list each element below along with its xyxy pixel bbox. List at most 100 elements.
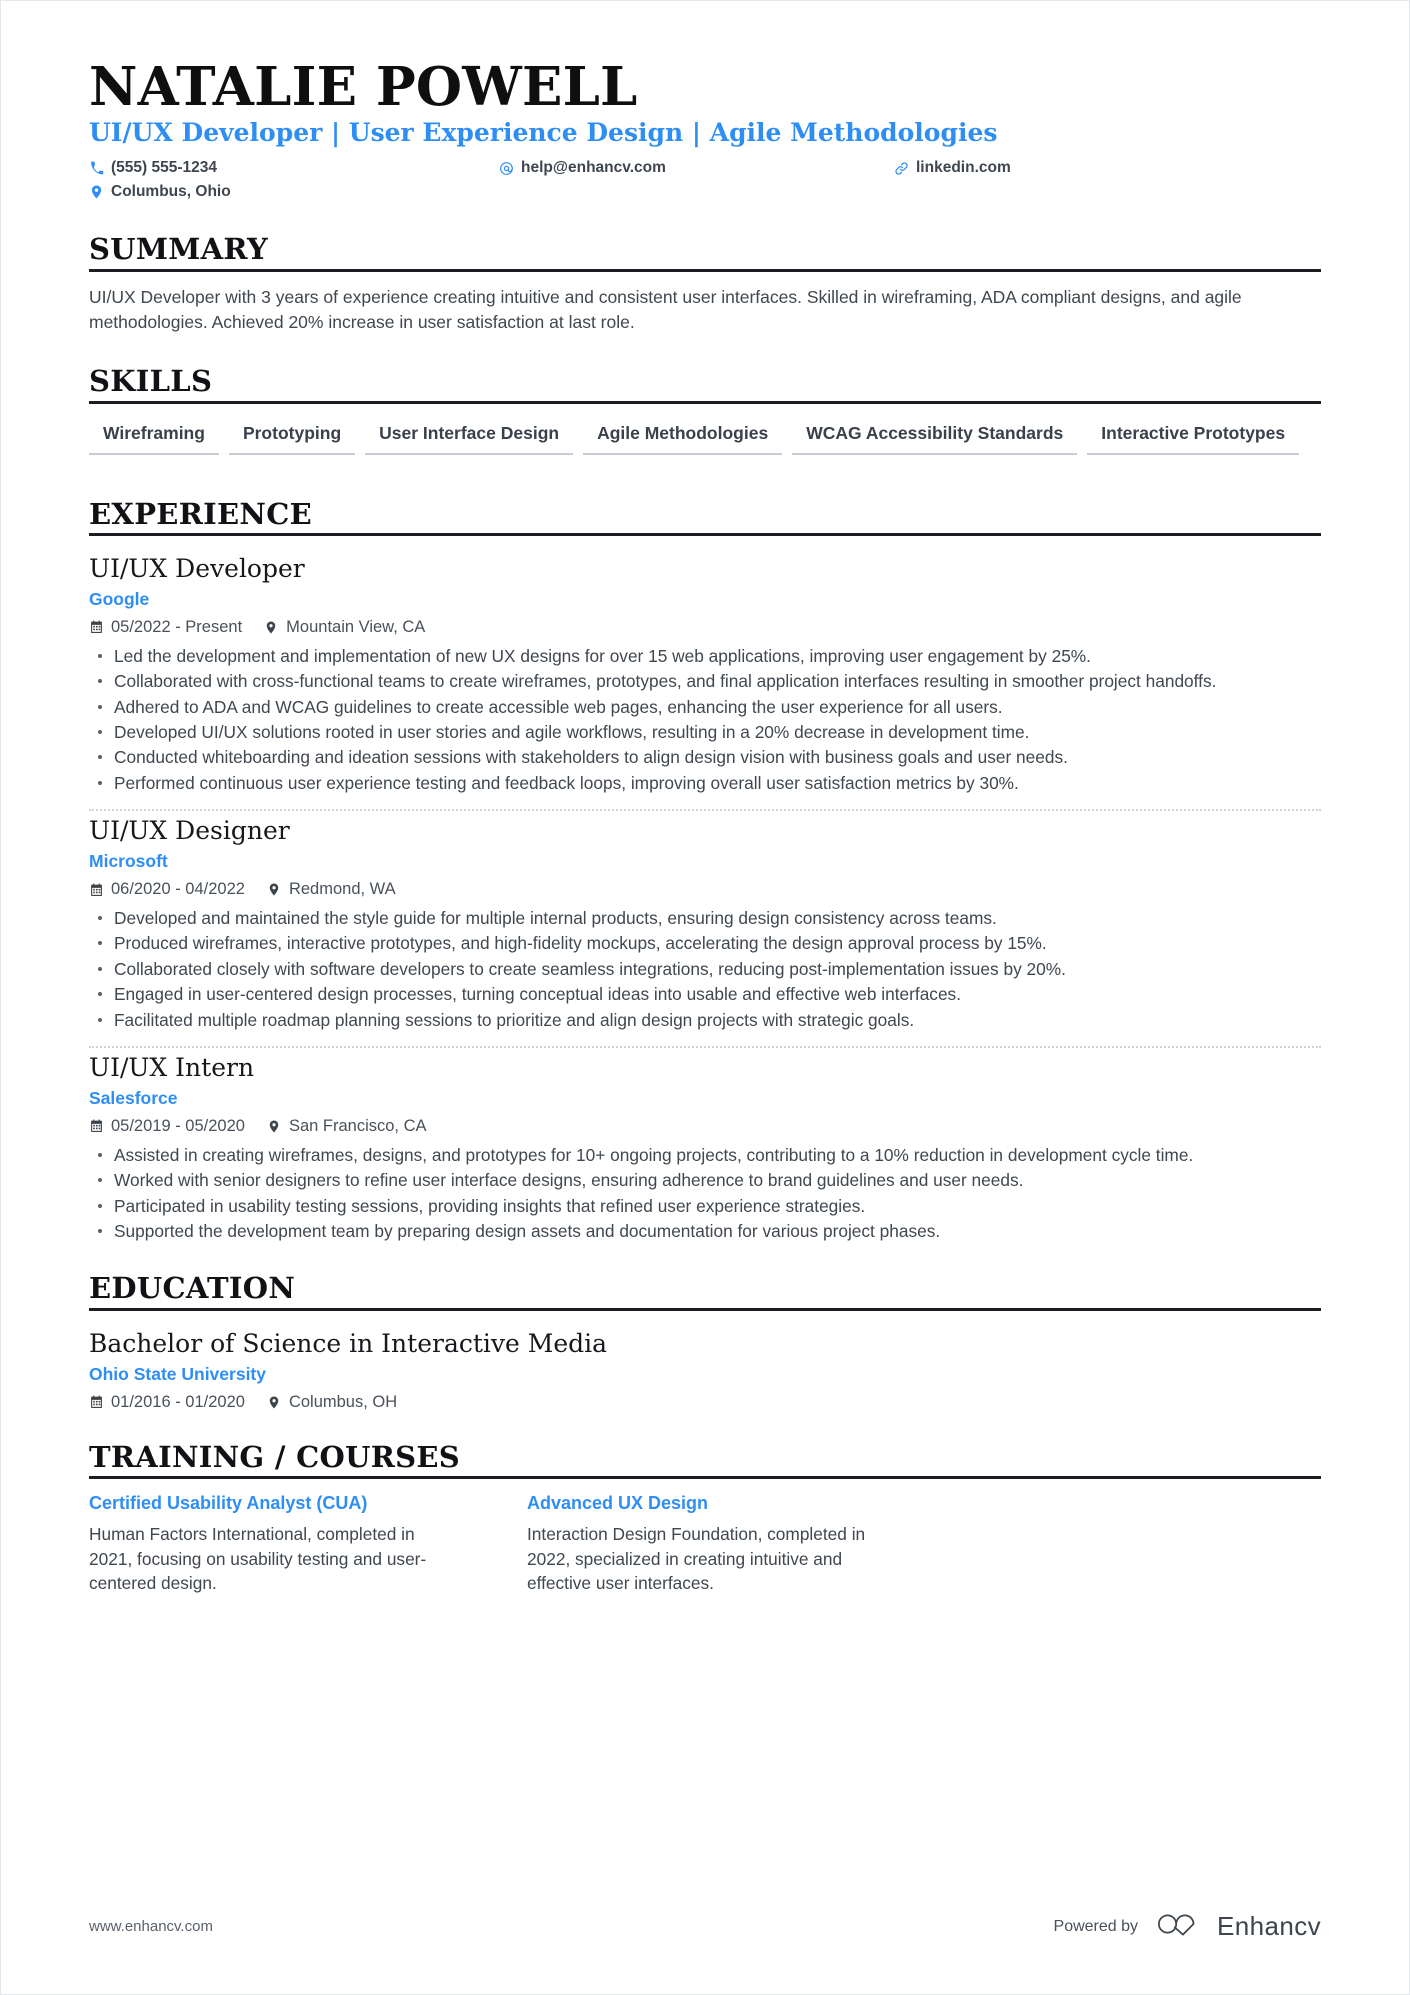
bullet-item: Participated in usability testing sessio… (89, 1194, 1321, 1218)
contact-email-value: help@enhancv.com (521, 159, 666, 177)
bullet-item: Worked with senior designers to refine u… (89, 1168, 1321, 1192)
footer-url[interactable]: www.enhancv.com (89, 1918, 213, 1935)
contact-location: Columbus, Ohio (89, 180, 499, 204)
job-location-value: Mountain View, CA (286, 617, 426, 636)
course-entry: Advanced UX Design Interaction Design Fo… (527, 1492, 897, 1595)
bullet-item: Developed UI/UX solutions rooted in user… (89, 720, 1321, 744)
footer-branding: Powered by Enhancv (1054, 1911, 1321, 1942)
bullet-item: Collaborated with cross-functional teams… (89, 669, 1321, 693)
skill-tag: Prototyping (228, 417, 356, 455)
section-title-education: EDUCATION (89, 1271, 296, 1306)
bullet-item: Supported the development team by prepar… (89, 1219, 1321, 1243)
course-name: Certified Usability Analyst (CUA) (89, 1493, 368, 1514)
calendar-icon (89, 1119, 103, 1134)
job-meta: 06/2020 - 04/2022 Redmond, WA (89, 880, 1321, 899)
bullet-item: Developed and maintained the style guide… (89, 906, 1321, 930)
contact-details: (555) 555-1234 help@enhancv.com linkedin… (89, 156, 1321, 204)
education-location-value: Columbus, OH (288, 1392, 398, 1411)
location-icon (267, 1119, 281, 1134)
job-title: UI/UX Intern (89, 1052, 255, 1082)
bullet-item: Assisted in creating wireframes, designs… (89, 1143, 1321, 1167)
location-icon (89, 184, 104, 200)
job-dates: 06/2020 - 04/2022 (89, 880, 245, 899)
phone-icon (89, 160, 104, 176)
section-training: TRAINING / COURSES Certified Usability A… (89, 1439, 1321, 1595)
section-summary: SUMMARY UI/UX Developer with 3 years of … (89, 234, 1321, 336)
email-icon (499, 160, 514, 176)
contact-email[interactable]: help@enhancv.com (499, 156, 894, 180)
section-rule (89, 400, 1321, 404)
location-icon (267, 1395, 281, 1410)
job-title: UI/UX Designer (89, 816, 290, 846)
contact-row-secondary: Columbus, Ohio (89, 180, 1321, 204)
section-title-summary: SUMMARY (89, 232, 268, 267)
calendar-icon (89, 882, 103, 897)
skill-tag: User Interface Design (365, 417, 574, 455)
resume-header: NATALIE POWELL UI/UX Developer | User Ex… (89, 59, 1321, 204)
section-education: EDUCATION Bachelor of Science in Interac… (89, 1273, 1321, 1411)
section-experience: EXPERIENCE UI/UX Developer Google 05/202… (89, 496, 1321, 1244)
calendar-icon (89, 620, 103, 635)
bullet-item: Led the development and implementation o… (89, 644, 1321, 668)
education-dates-value: 01/2016 - 01/2020 (111, 1392, 245, 1411)
job-title: UI/UX Developer (89, 553, 305, 583)
link-icon (894, 160, 909, 176)
section-skills: SKILLS Wireframing Prototyping User Inte… (89, 364, 1321, 468)
experience-entry: UI/UX Developer Google 05/2022 - Present… (89, 549, 1321, 795)
course-description: Human Factors International, completed i… (89, 1524, 427, 1593)
company-name: Google (89, 589, 150, 610)
section-rule (89, 1476, 1321, 1480)
enhancv-logo: Enhancv (1156, 1911, 1321, 1942)
job-bullets: Led the development and implementation o… (89, 644, 1321, 795)
section-rule (89, 532, 1321, 536)
job-dates: 05/2019 - 05/2020 (89, 1117, 245, 1136)
job-dates-value: 06/2020 - 04/2022 (111, 880, 245, 899)
enhancv-mark-icon (1156, 1911, 1206, 1942)
job-dates-value: 05/2022 - Present (111, 617, 243, 636)
contact-link-value: linkedin.com (916, 159, 1011, 177)
calendar-icon (89, 1395, 103, 1410)
job-location: San Francisco, CA (267, 1117, 427, 1136)
section-title-experience: EXPERIENCE (89, 496, 312, 531)
education-dates: 01/2016 - 01/2020 (89, 1393, 245, 1412)
resume-page: NATALIE POWELL UI/UX Developer | User Ex… (0, 0, 1410, 1995)
course-entry: Certified Usability Analyst (CUA) Human … (89, 1492, 459, 1595)
job-location: Mountain View, CA (264, 618, 425, 637)
company-name: Salesforce (89, 1088, 178, 1109)
section-rule (89, 1307, 1321, 1311)
section-rule (89, 268, 1321, 272)
job-bullets: Developed and maintained the style guide… (89, 906, 1321, 1032)
skill-tag: Agile Methodologies (583, 417, 783, 455)
enhancv-wordmark: Enhancv (1217, 1911, 1321, 1941)
contact-row-primary: (555) 555-1234 help@enhancv.com linkedin… (89, 156, 1321, 180)
bullet-item: Collaborated closely with software devel… (89, 957, 1321, 981)
bullet-item: Adhered to ADA and WCAG guidelines to cr… (89, 695, 1321, 719)
job-meta: 05/2022 - Present Mountain View, CA (89, 618, 1321, 637)
contact-link[interactable]: linkedin.com (894, 156, 1011, 180)
job-meta: 05/2019 - 05/2020 San Francisco, CA (89, 1117, 1321, 1136)
course-description: Interaction Design Foundation, completed… (527, 1524, 866, 1593)
job-dates: 05/2022 - Present (89, 618, 242, 637)
contact-location-value: Columbus, Ohio (111, 183, 231, 201)
job-location: Redmond, WA (267, 880, 396, 899)
contact-phone[interactable]: (555) 555-1234 (89, 156, 499, 180)
job-location-value: San Francisco, CA (288, 1116, 427, 1135)
experience-entry: UI/UX Designer Microsoft 06/2020 - 04/20… (89, 811, 1321, 1032)
education-location: Columbus, OH (267, 1393, 397, 1412)
candidate-name: NATALIE POWELL (89, 56, 638, 118)
section-title-skills: SKILLS (89, 364, 213, 399)
degree-title: Bachelor of Science in Interactive Media (89, 1328, 608, 1358)
skill-tag: Wireframing (89, 417, 219, 455)
bullet-item: Facilitated multiple roadmap planning se… (89, 1008, 1321, 1032)
company-name: Microsoft (89, 851, 168, 872)
section-title-training: TRAINING / COURSES (89, 1439, 461, 1474)
skill-tag: WCAG Accessibility Standards (792, 417, 1078, 455)
experience-entry: UI/UX Intern Salesforce 05/2019 - 05/202… (89, 1048, 1321, 1244)
bullet-item: Conducted whiteboarding and ideation ses… (89, 745, 1321, 769)
location-icon (264, 620, 278, 635)
location-icon (267, 882, 281, 897)
summary-text: UI/UX Developer with 3 years of experien… (89, 286, 1242, 333)
skill-tag: Interactive Prototypes (1087, 417, 1300, 455)
school-name: Ohio State University (89, 1364, 266, 1385)
courses-list: Certified Usability Analyst (CUA) Human … (89, 1492, 1321, 1595)
